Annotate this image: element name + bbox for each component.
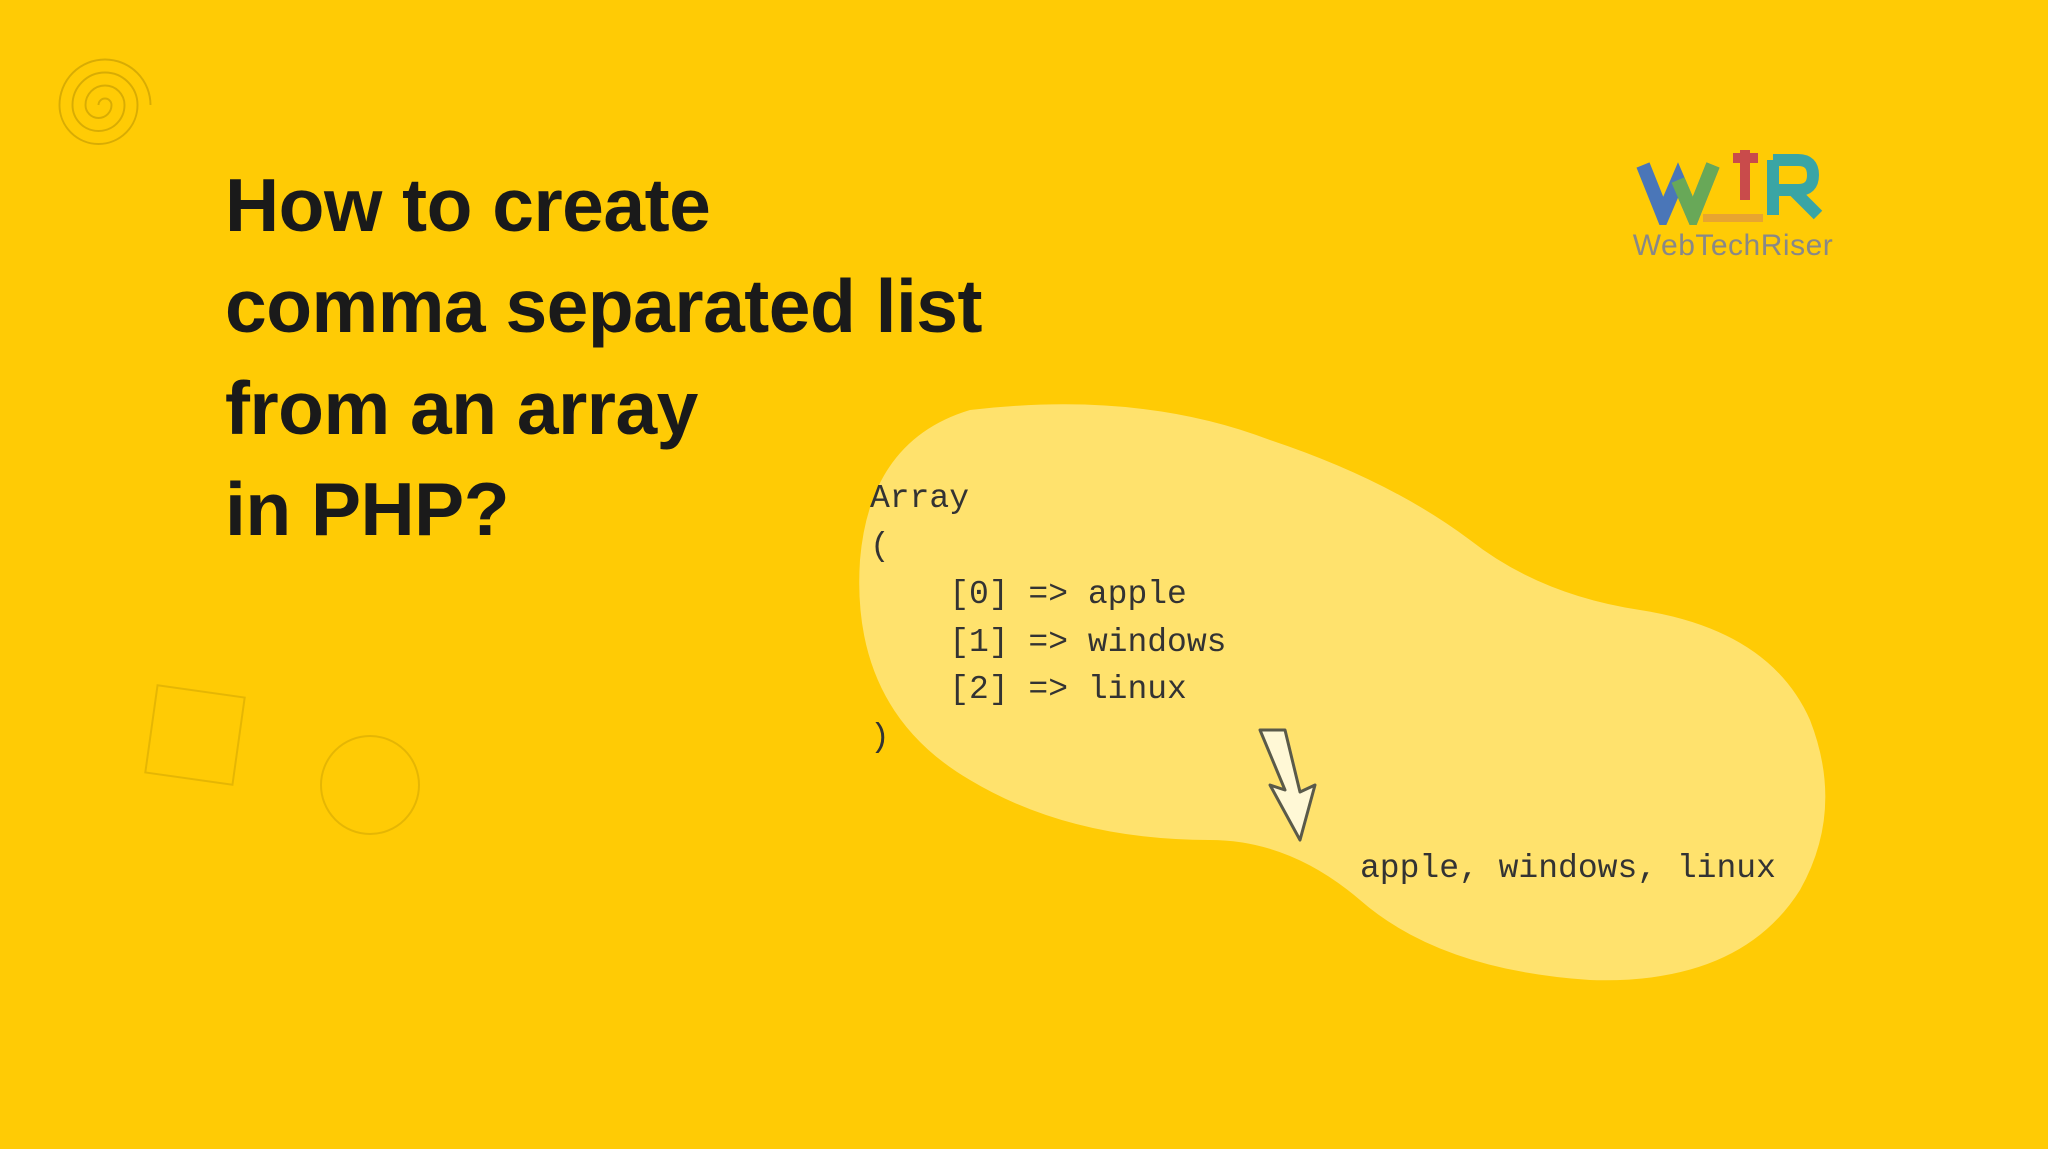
code-line-6: ) [870,719,890,756]
logo-text: WebTechRiser [1593,229,1873,263]
square-decoration [144,684,246,786]
code-line-3: [0] => apple [870,576,1187,613]
title-line-2: comma separated list [225,256,982,357]
logo-container: WebTechRiser [1593,150,1873,263]
code-line-4: [1] => windows [870,624,1226,661]
code-block: Array ( [0] => apple [1] => windows [2] … [870,475,1226,762]
code-line-5: [2] => linux [870,671,1187,708]
spiral-decoration [40,40,170,170]
code-line-2: ( [870,528,890,565]
arrow-icon [1230,720,1340,850]
result-text: apple, windows, linux [1360,850,1776,887]
title-line-1: How to create [225,155,982,256]
circle-decoration [320,735,420,835]
code-line-1: Array [870,480,969,517]
logo-icon [1633,150,1833,225]
